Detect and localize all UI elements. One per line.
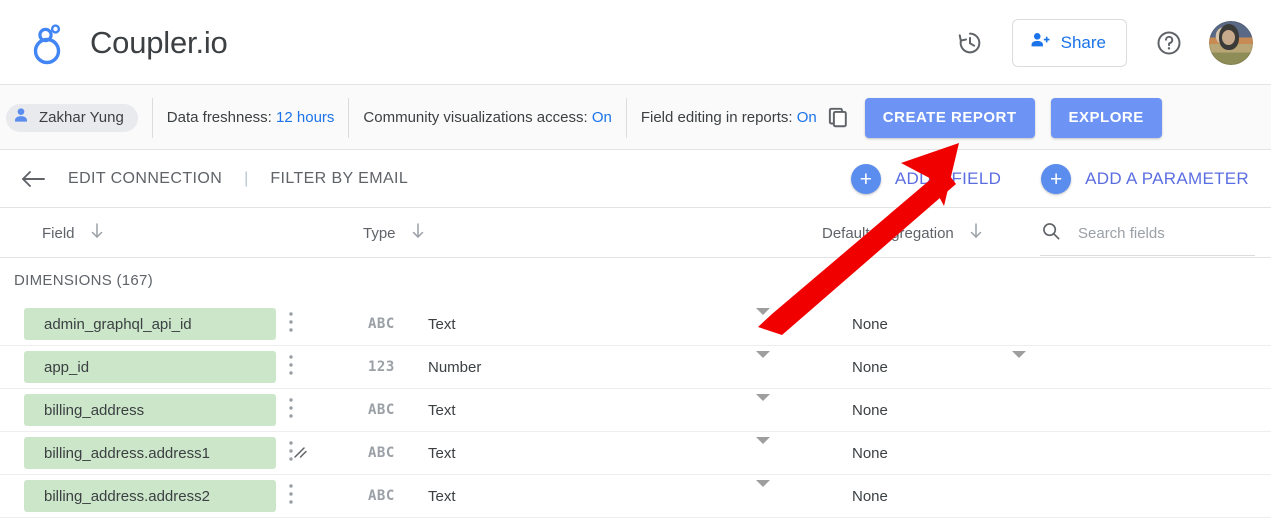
toolbar-separator-3: [625, 97, 627, 138]
add-a-parameter-button[interactable]: + ADD A PARAMETER: [1041, 164, 1249, 194]
brand[interactable]: Coupler.io: [28, 20, 228, 66]
type-dropdown-caret-icon[interactable]: [756, 351, 770, 376]
app-window: Coupler.io Share Zakhar Yung Data freshn…: [0, 0, 1271, 518]
data-freshness-item[interactable]: Data freshness: 12 hours: [167, 109, 335, 126]
more-vert-icon[interactable]: [288, 483, 294, 510]
column-header-default-aggregation-label: Default Aggregation: [822, 225, 954, 242]
person-icon: [11, 105, 31, 130]
field-name-pill[interactable]: billing_address.address2: [24, 480, 276, 512]
column-header-field[interactable]: Field: [42, 222, 105, 245]
more-vert-icon[interactable]: [288, 397, 294, 424]
more-vert-icon[interactable]: [288, 354, 294, 381]
owner-name: Zakhar Yung: [39, 109, 124, 126]
type-dropdown-caret-icon[interactable]: [756, 480, 770, 505]
user-avatar-photo[interactable]: [1209, 20, 1253, 65]
field-type-label: Number: [428, 358, 482, 376]
field-name-pill[interactable]: admin_graphql_api_id: [24, 308, 276, 340]
data-freshness-value[interactable]: 12 hours: [276, 109, 334, 126]
aggregation-dropdown-caret-icon[interactable]: [1012, 351, 1026, 376]
add-a-field-label: ADD A FIELD: [894, 169, 1002, 188]
sort-down-arrow-icon[interactable]: [968, 222, 984, 245]
help-question-icon[interactable]: [1145, 19, 1193, 67]
person-add-icon: [1029, 29, 1051, 56]
data-freshness-label: Data freshness:: [166, 109, 272, 126]
copy-icon[interactable]: [825, 105, 851, 131]
nav-separator: |: [244, 170, 249, 187]
column-header-field-label: Field: [42, 225, 75, 242]
nav-actions: + ADD A FIELD + ADD A PARAMETER: [850, 164, 1249, 194]
field-type-icon: ABC: [368, 445, 395, 461]
community-visualizations-label: Community visualizations access:: [363, 109, 588, 126]
type-dropdown-caret-icon[interactable]: [756, 437, 770, 462]
sort-down-arrow-icon[interactable]: [89, 222, 105, 245]
dimensions-section-label: DIMENSIONS (167): [14, 272, 153, 289]
more-vert-icon[interactable]: [288, 440, 294, 467]
table-row[interactable]: billing_address.address2 ABC Text None: [0, 475, 1271, 518]
field-editing-value[interactable]: On: [797, 109, 817, 126]
owner-chip[interactable]: Zakhar Yung: [6, 103, 138, 132]
field-type-label: Text: [428, 444, 456, 462]
share-button[interactable]: Share: [1011, 18, 1127, 67]
field-name-pill[interactable]: billing_address.address1: [24, 437, 276, 469]
table-row[interactable]: admin_graphql_api_id ABC Text None: [0, 303, 1271, 346]
coupler-logo-icon: [28, 20, 70, 66]
field-type-icon: 123: [368, 359, 395, 375]
field-type-label: Text: [428, 487, 456, 505]
fields-table-body: admin_graphql_api_id ABC Text None app_id 123…: [0, 303, 1271, 518]
column-header-default-aggregation[interactable]: Default Aggregation: [822, 222, 984, 245]
create-report-button[interactable]: CREATE REPORT: [864, 97, 1035, 138]
table-row[interactable]: billing_address ABC Text None: [0, 389, 1271, 432]
search-fields-input[interactable]: [1078, 225, 1255, 242]
table-row[interactable]: app_id 123 Number None: [0, 346, 1271, 389]
field-editing-item[interactable]: Field editing in reports: On: [641, 109, 817, 126]
toolbar-separator-2: [348, 97, 350, 138]
fields-table-header: Field Type Default Aggregation: [0, 208, 1271, 458]
explore-button[interactable]: EXPLORE: [1050, 97, 1162, 138]
field-name-pill[interactable]: app_id: [24, 351, 276, 383]
community-visualizations-item[interactable]: Community visualizations access: On: [363, 109, 611, 126]
add-a-field-button[interactable]: + ADD A FIELD: [850, 164, 1002, 194]
filter-by-email-link[interactable]: FILTER BY EMAIL: [270, 170, 408, 188]
field-type-label: Text: [428, 401, 456, 419]
top-bar-actions: Share: [946, 0, 1253, 85]
community-visualizations-value[interactable]: On: [592, 109, 612, 126]
search-fields-wrapper[interactable]: [1040, 220, 1255, 256]
edit-connection-link[interactable]: EDIT CONNECTION: [68, 170, 222, 188]
brand-title: Coupler.io: [90, 24, 228, 60]
table-row[interactable]: billing_address.address1 ABC Text None: [0, 432, 1271, 475]
field-aggregation-label: None: [852, 401, 888, 419]
field-aggregation-label: None: [852, 315, 888, 333]
field-type-icon: ABC: [368, 402, 395, 418]
field-type-icon: ABC: [368, 316, 395, 332]
type-dropdown-caret-icon[interactable]: [756, 308, 770, 333]
top-bar: Coupler.io Share: [0, 0, 1271, 85]
connection-nav-bar: EDIT CONNECTION | FILTER BY EMAIL + ADD …: [0, 150, 1271, 208]
history-restore-icon[interactable]: [946, 19, 994, 67]
field-type-icon: ABC: [368, 488, 395, 504]
add-a-parameter-label: ADD A PARAMETER: [1085, 169, 1249, 188]
field-editing-label: Field editing in reports:: [640, 109, 793, 126]
toolbar-separator-1: [151, 97, 153, 138]
field-aggregation-label: None: [852, 358, 888, 376]
type-dropdown-caret-icon[interactable]: [756, 394, 770, 419]
field-name-pill[interactable]: billing_address: [24, 394, 276, 426]
share-label: Share: [1060, 32, 1106, 52]
more-vert-icon[interactable]: [288, 311, 294, 338]
table-header-divider: [0, 257, 1271, 258]
sort-down-arrow-icon[interactable]: [410, 222, 426, 245]
back-arrow-icon[interactable]: [20, 169, 46, 189]
field-aggregation-label: None: [852, 487, 888, 505]
field-type-label: Text: [428, 315, 456, 333]
plus-icon: +: [1041, 164, 1072, 194]
status-toolbar: Zakhar Yung Data freshness: 12 hours Com…: [0, 85, 1271, 150]
column-header-type[interactable]: Type: [363, 222, 426, 245]
column-header-type-label: Type: [363, 225, 396, 242]
search-icon: [1040, 220, 1062, 247]
field-aggregation-label: None: [852, 444, 888, 462]
plus-icon: +: [850, 164, 881, 194]
